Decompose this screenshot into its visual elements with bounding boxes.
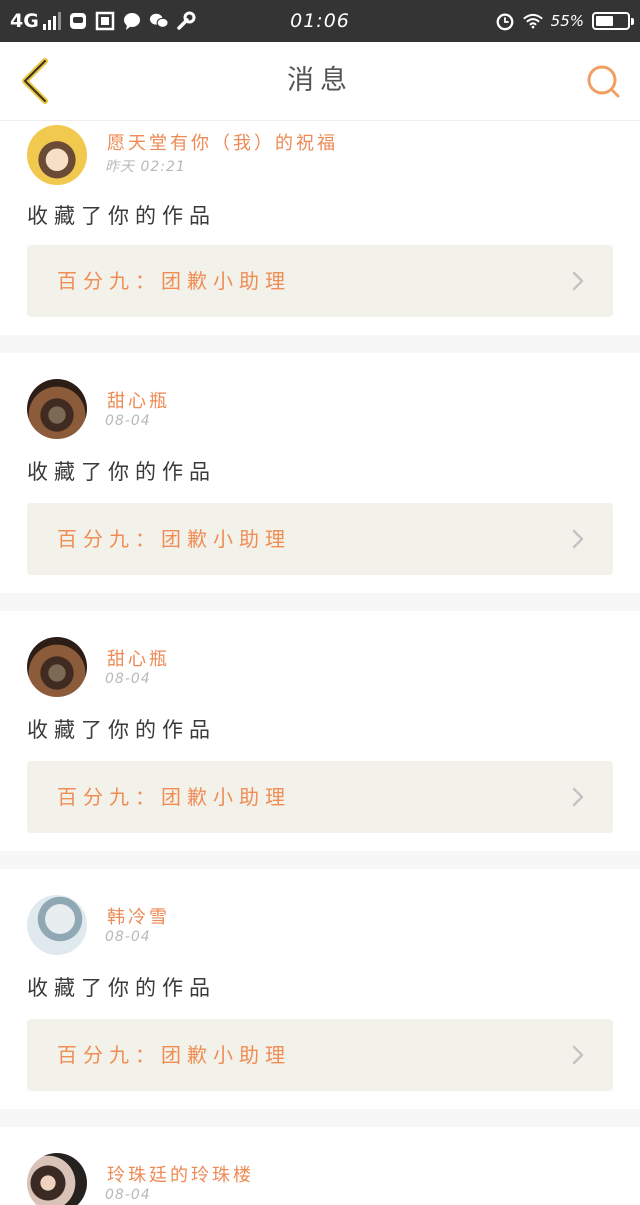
battery-percent: 55% [550, 12, 584, 30]
message-time: 08-04 [105, 671, 151, 687]
message-text: 收藏了你的作品 [27, 976, 216, 1000]
wifi-icon [522, 11, 543, 31]
message-time: 08-04 [105, 1187, 151, 1203]
message-time: 08-04 [105, 413, 151, 429]
work-title: 百分九：团歉小助理 [57, 527, 291, 551]
search-button[interactable] [584, 62, 624, 102]
work-link[interactable]: 百分九：团歉小助理 [27, 1019, 613, 1091]
message-time: 昨天 02:21 [105, 159, 186, 175]
alarm-icon [495, 11, 515, 31]
chevron-right-icon [572, 787, 584, 807]
status-bar: 4G 01:06 55% [0, 0, 640, 42]
message-card[interactable]: 甜心瓶 08-04 收藏了你的作品 百分九：团歉小助理 [0, 611, 640, 851]
work-link[interactable]: 百分九：团歉小助理 [27, 503, 613, 575]
message-card[interactable]: 韩冷雪 08-04 收藏了你的作品 百分九：团歉小助理 [0, 869, 640, 1109]
work-title: 百分九：团歉小助理 [57, 1043, 291, 1067]
work-title: 百分九：团歉小助理 [57, 269, 291, 293]
nav-bar: 消息 [0, 42, 640, 121]
status-bar-right: 55% [495, 0, 634, 42]
avatar[interactable] [27, 637, 87, 697]
chevron-right-icon [572, 271, 584, 291]
avatar[interactable] [27, 895, 87, 955]
user-name[interactable]: 愿天堂有你（我）的祝福 [107, 129, 338, 155]
message-card[interactable]: 愿天堂有你（我）的祝福 昨天 02:21 收藏了你的作品 百分九：团歉小助理 [0, 121, 640, 335]
message-time: 08-04 [105, 929, 151, 945]
chevron-right-icon [572, 529, 584, 549]
user-name[interactable]: 玲珠廷的玲珠楼 [107, 1161, 254, 1187]
page-title: 消息 [287, 65, 353, 96]
work-title: 百分九：团歉小助理 [57, 785, 291, 809]
user-name[interactable]: 甜心瓶 [107, 645, 170, 671]
battery-fill [596, 16, 613, 26]
message-card[interactable]: 甜心瓶 08-04 收藏了你的作品 百分九：团歉小助理 [0, 353, 640, 593]
work-link[interactable]: 百分九：团歉小助理 [27, 761, 613, 833]
user-name[interactable]: 甜心瓶 [107, 387, 170, 413]
battery-icon [592, 12, 634, 30]
search-icon [587, 65, 620, 98]
message-card[interactable]: 玲珠廷的玲珠楼 08-04 [0, 1127, 640, 1205]
avatar[interactable] [27, 125, 87, 185]
work-link[interactable]: 百分九：团歉小助理 [27, 245, 613, 317]
message-feed[interactable]: 愿天堂有你（我）的祝福 昨天 02:21 收藏了你的作品 百分九：团歉小助理 甜… [0, 121, 640, 1205]
message-text: 收藏了你的作品 [27, 204, 216, 228]
message-text: 收藏了你的作品 [27, 460, 216, 484]
avatar[interactable] [27, 379, 87, 439]
chevron-right-icon [572, 1045, 584, 1065]
avatar[interactable] [27, 1153, 87, 1205]
user-name[interactable]: 韩冷雪 [107, 903, 170, 929]
message-text: 收藏了你的作品 [27, 718, 216, 742]
